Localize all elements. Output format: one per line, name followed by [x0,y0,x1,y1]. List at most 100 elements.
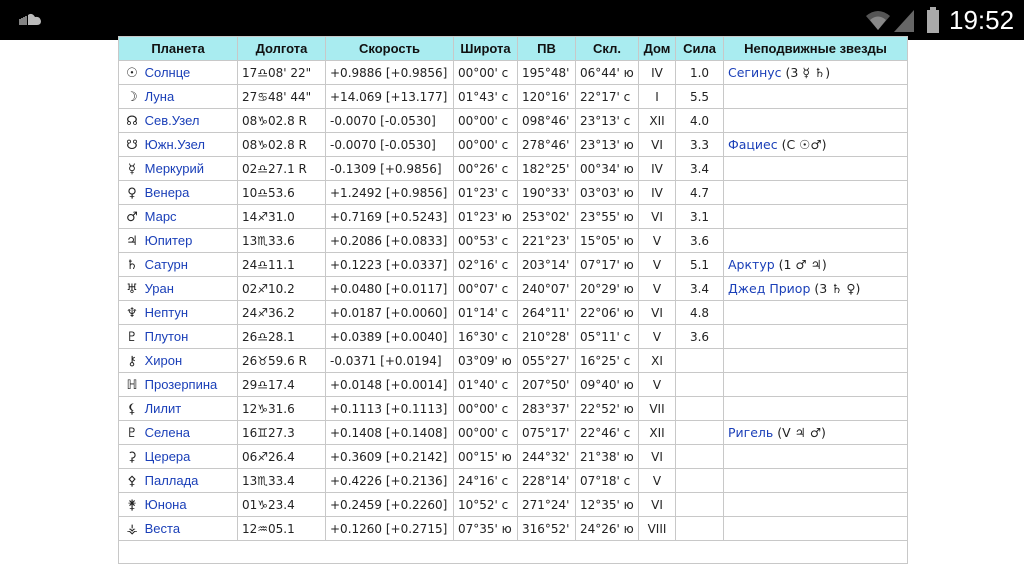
house-cell: XII [638,420,676,445]
fixed-star-config: (С ☉♂) [777,137,827,152]
planet-link[interactable]: Сатурн [145,257,188,272]
longitude-cell: 16♊27.3 [237,420,326,445]
latitude-cell: 00°53' с [453,228,518,253]
ra-cell: 195°48' [517,60,576,85]
power-cell: 1.0 [675,60,724,85]
table-row: ⚵ Юнона 01♑23.4 +0.2459 [+0.2260] 10°52' с2… [118,492,908,517]
latitude-cell: 10°52' с [453,492,518,517]
fixed-star-cell [723,348,908,373]
planet-glyph-icon: ♅ [126,281,138,297]
planet-link[interactable]: Солнце [145,65,191,80]
planet-glyph-icon: ☿ [128,161,136,177]
planet-link[interactable]: Юпитер [145,233,193,248]
house-cell: IV [638,156,676,181]
planet-link[interactable]: Веста [145,521,180,536]
fixed-star-cell [723,300,908,325]
soundcloud-icon [19,13,41,25]
planet-cell: ♆ Нептун [118,300,238,325]
planet-link[interactable]: Церера [145,449,191,464]
longitude-cell: 24♎11.1 [237,252,326,277]
fixed-star-config: (3 ☿ ♄) [781,65,831,80]
planet-link[interactable]: Сев.Узел [145,113,200,128]
planet-glyph-icon: ⚴ [127,473,137,489]
planet-cell: ♄ Сатурн [118,252,238,277]
table-row: ⚳ Церера 06♐26.4 +0.3609 [+0.2142] 00°15' ю… [118,444,908,469]
table-header-row: Планета Долгота Скорость Широта ПВ Скл. Дом Сил… [118,36,908,61]
planet-glyph-icon: ☋ [126,137,138,153]
latitude-cell: 00°15' ю [453,444,518,469]
planet-glyph-icon: ♇ [126,329,138,345]
planet-link[interactable]: Луна [145,89,175,104]
declination-cell: 22°06' ю [575,300,639,325]
table-row: ☽ Луна 27♋48' 44" +14.069 [+13.177] 01°43' … [118,84,908,109]
latitude-cell: 02°16' с [453,252,518,277]
power-cell: 3.6 [675,228,724,253]
power-cell: 5.1 [675,252,724,277]
planet-link[interactable]: Нептун [145,305,188,320]
fixed-star-cell [723,444,908,469]
battery-icon [927,7,939,33]
latitude-cell: 01°23' с [453,180,518,205]
fixed-star-cell [723,204,908,229]
planet-link[interactable]: Паллада [145,473,199,488]
planet-link[interactable]: Меркурий [145,161,204,176]
ra-cell: 264°11' [517,300,576,325]
planet-link[interactable]: Марс [145,209,177,224]
house-cell: VI [638,204,676,229]
fixed-star-link[interactable]: Фациес [728,137,778,152]
ra-cell: 210°28' [517,324,576,349]
planet-link[interactable]: Венера [145,185,190,200]
planet-link[interactable]: Лилит [145,401,182,416]
latitude-cell: 00°26' с [453,156,518,181]
longitude-cell: 27♋48' 44" [237,84,326,109]
power-cell [675,420,724,445]
table-row: ♄ Сатурн 24♎11.1 +0.1223 [+0.0337] 02°16' с… [118,252,908,277]
planet-link[interactable]: Хирон [145,353,183,368]
speed-cell: +0.0389 [+0.0040] [325,324,454,349]
power-cell: 3.3 [675,132,724,157]
fixed-star-cell [723,228,908,253]
longitude-cell: 26♎28.1 [237,324,326,349]
planet-cell: ℍ Прозерпина [118,372,238,397]
longitude-cell: 02♎27.1 R [237,156,326,181]
declination-cell: 00°34' ю [575,156,639,181]
planet-link[interactable]: Прозерпина [145,377,218,392]
table-body: ☉ Солнце 17♎08' 22" +0.9886 [+0.9856] 00°00… [118,60,908,564]
speed-cell: -0.0070 [-0.0530] [325,108,454,133]
longitude-cell: 08♑02.8 R [237,132,326,157]
planet-link[interactable]: Уран [145,281,174,296]
longitude-cell: 14♐31.0 [237,204,326,229]
fixed-star-cell [723,396,908,421]
ra-cell: 221°23' [517,228,576,253]
fixed-star-link[interactable]: Арктур [728,257,775,272]
house-cell: VI [638,492,676,517]
longitude-cell: 24♐36.2 [237,300,326,325]
declination-cell: 12°35' ю [575,492,639,517]
ra-cell: 055°27' [517,348,576,373]
fixed-star-cell [723,180,908,205]
speed-cell: +0.0187 [+0.0060] [325,300,454,325]
fixed-star-link[interactable]: Джед Приор [728,281,810,296]
power-cell [675,468,724,493]
declination-cell: 07°17' ю [575,252,639,277]
longitude-cell: 17♎08' 22" [237,60,326,85]
fixed-star-cell [723,516,908,541]
fixed-star-link[interactable]: Сегинус [728,65,782,80]
planet-cell: ☽ Луна [118,84,238,109]
planet-link[interactable]: Юнона [145,497,187,512]
planet-glyph-icon: ⚶ [126,521,138,537]
planet-link[interactable]: Плутон [145,329,189,344]
house-cell: XII [638,108,676,133]
speed-cell: +0.2086 [+0.0833] [325,228,454,253]
ra-cell: 098°46' [517,108,576,133]
planet-link[interactable]: Селена [145,425,190,440]
planet-link[interactable]: Южн.Узел [145,137,205,152]
latitude-cell: 00°00' с [453,420,518,445]
house-cell: V [638,324,676,349]
fixed-star-cell [723,492,908,517]
speed-cell: +1.2492 [+0.9856] [325,180,454,205]
fixed-star-link[interactable]: Ригель [728,425,773,440]
latitude-cell: 24°16' с [453,468,518,493]
speed-cell: +0.3609 [+0.2142] [325,444,454,469]
longitude-cell: 29♎17.4 [237,372,326,397]
